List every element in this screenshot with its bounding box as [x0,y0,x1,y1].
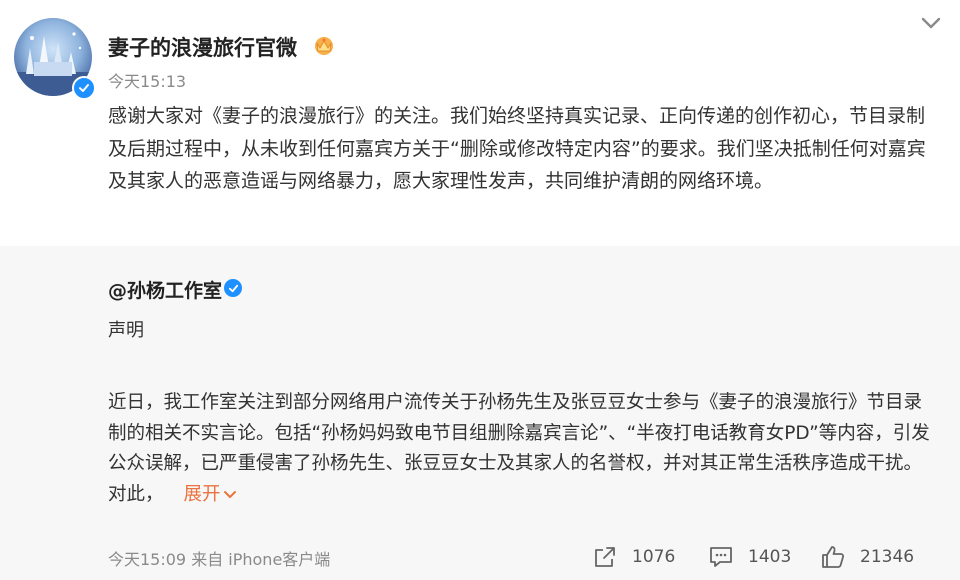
like-button[interactable]: 21346 [820,542,914,572]
like-count: 21346 [860,547,915,567]
repost-heading: 声明 [108,320,144,341]
verified-icon [224,279,242,297]
post-author-name[interactable]: 妻子的浪漫旅行官微 [108,32,297,62]
comment-count: 1403 [748,547,792,567]
comment-icon [710,547,732,567]
vip-crown-icon [315,37,333,55]
chevron-down-icon[interactable] [918,14,944,32]
expand-link[interactable]: 展开 [184,484,237,505]
verified-icon [72,76,96,100]
repost-footer: 今天15:09 来自 iPhone客户端 1076 1403 21346 [0,542,960,572]
expand-label[interactable]: 展开 [184,484,221,505]
repost-card[interactable]: @孙杨工作室 声明 近日，我工作室关注到部分网络用户流传关于孙杨先生及张豆豆女士… [0,246,960,580]
post-time[interactable]: 今天15:13 [108,68,186,92]
like-icon [822,546,845,568]
repost-author-name[interactable]: @孙杨工作室 [108,276,222,303]
share-count: 1076 [632,547,676,567]
share-button[interactable]: 1076 [592,542,675,572]
share-icon [595,547,615,567]
comment-button[interactable]: 1403 [708,542,791,572]
post-text: 感谢大家对《妻子的浪漫旅行》的关注。我们始终坚持真实记录、正向传递的创作初心，节… [108,105,926,192]
avatar[interactable] [14,18,96,100]
repost-time-source[interactable]: 今天15:09 来自 iPhone客户端 [108,546,330,570]
weibo-post: 妻子的浪漫旅行官微 今天15:13 感谢大家对《妻子的浪漫旅行》的关注。我们始终… [0,0,960,580]
repost-text: 近日，我工作室关注到部分网络用户流传关于孙杨先生及张豆豆女士参与《妻子的浪漫旅行… [108,388,938,510]
chevron-down-icon[interactable] [223,490,237,500]
